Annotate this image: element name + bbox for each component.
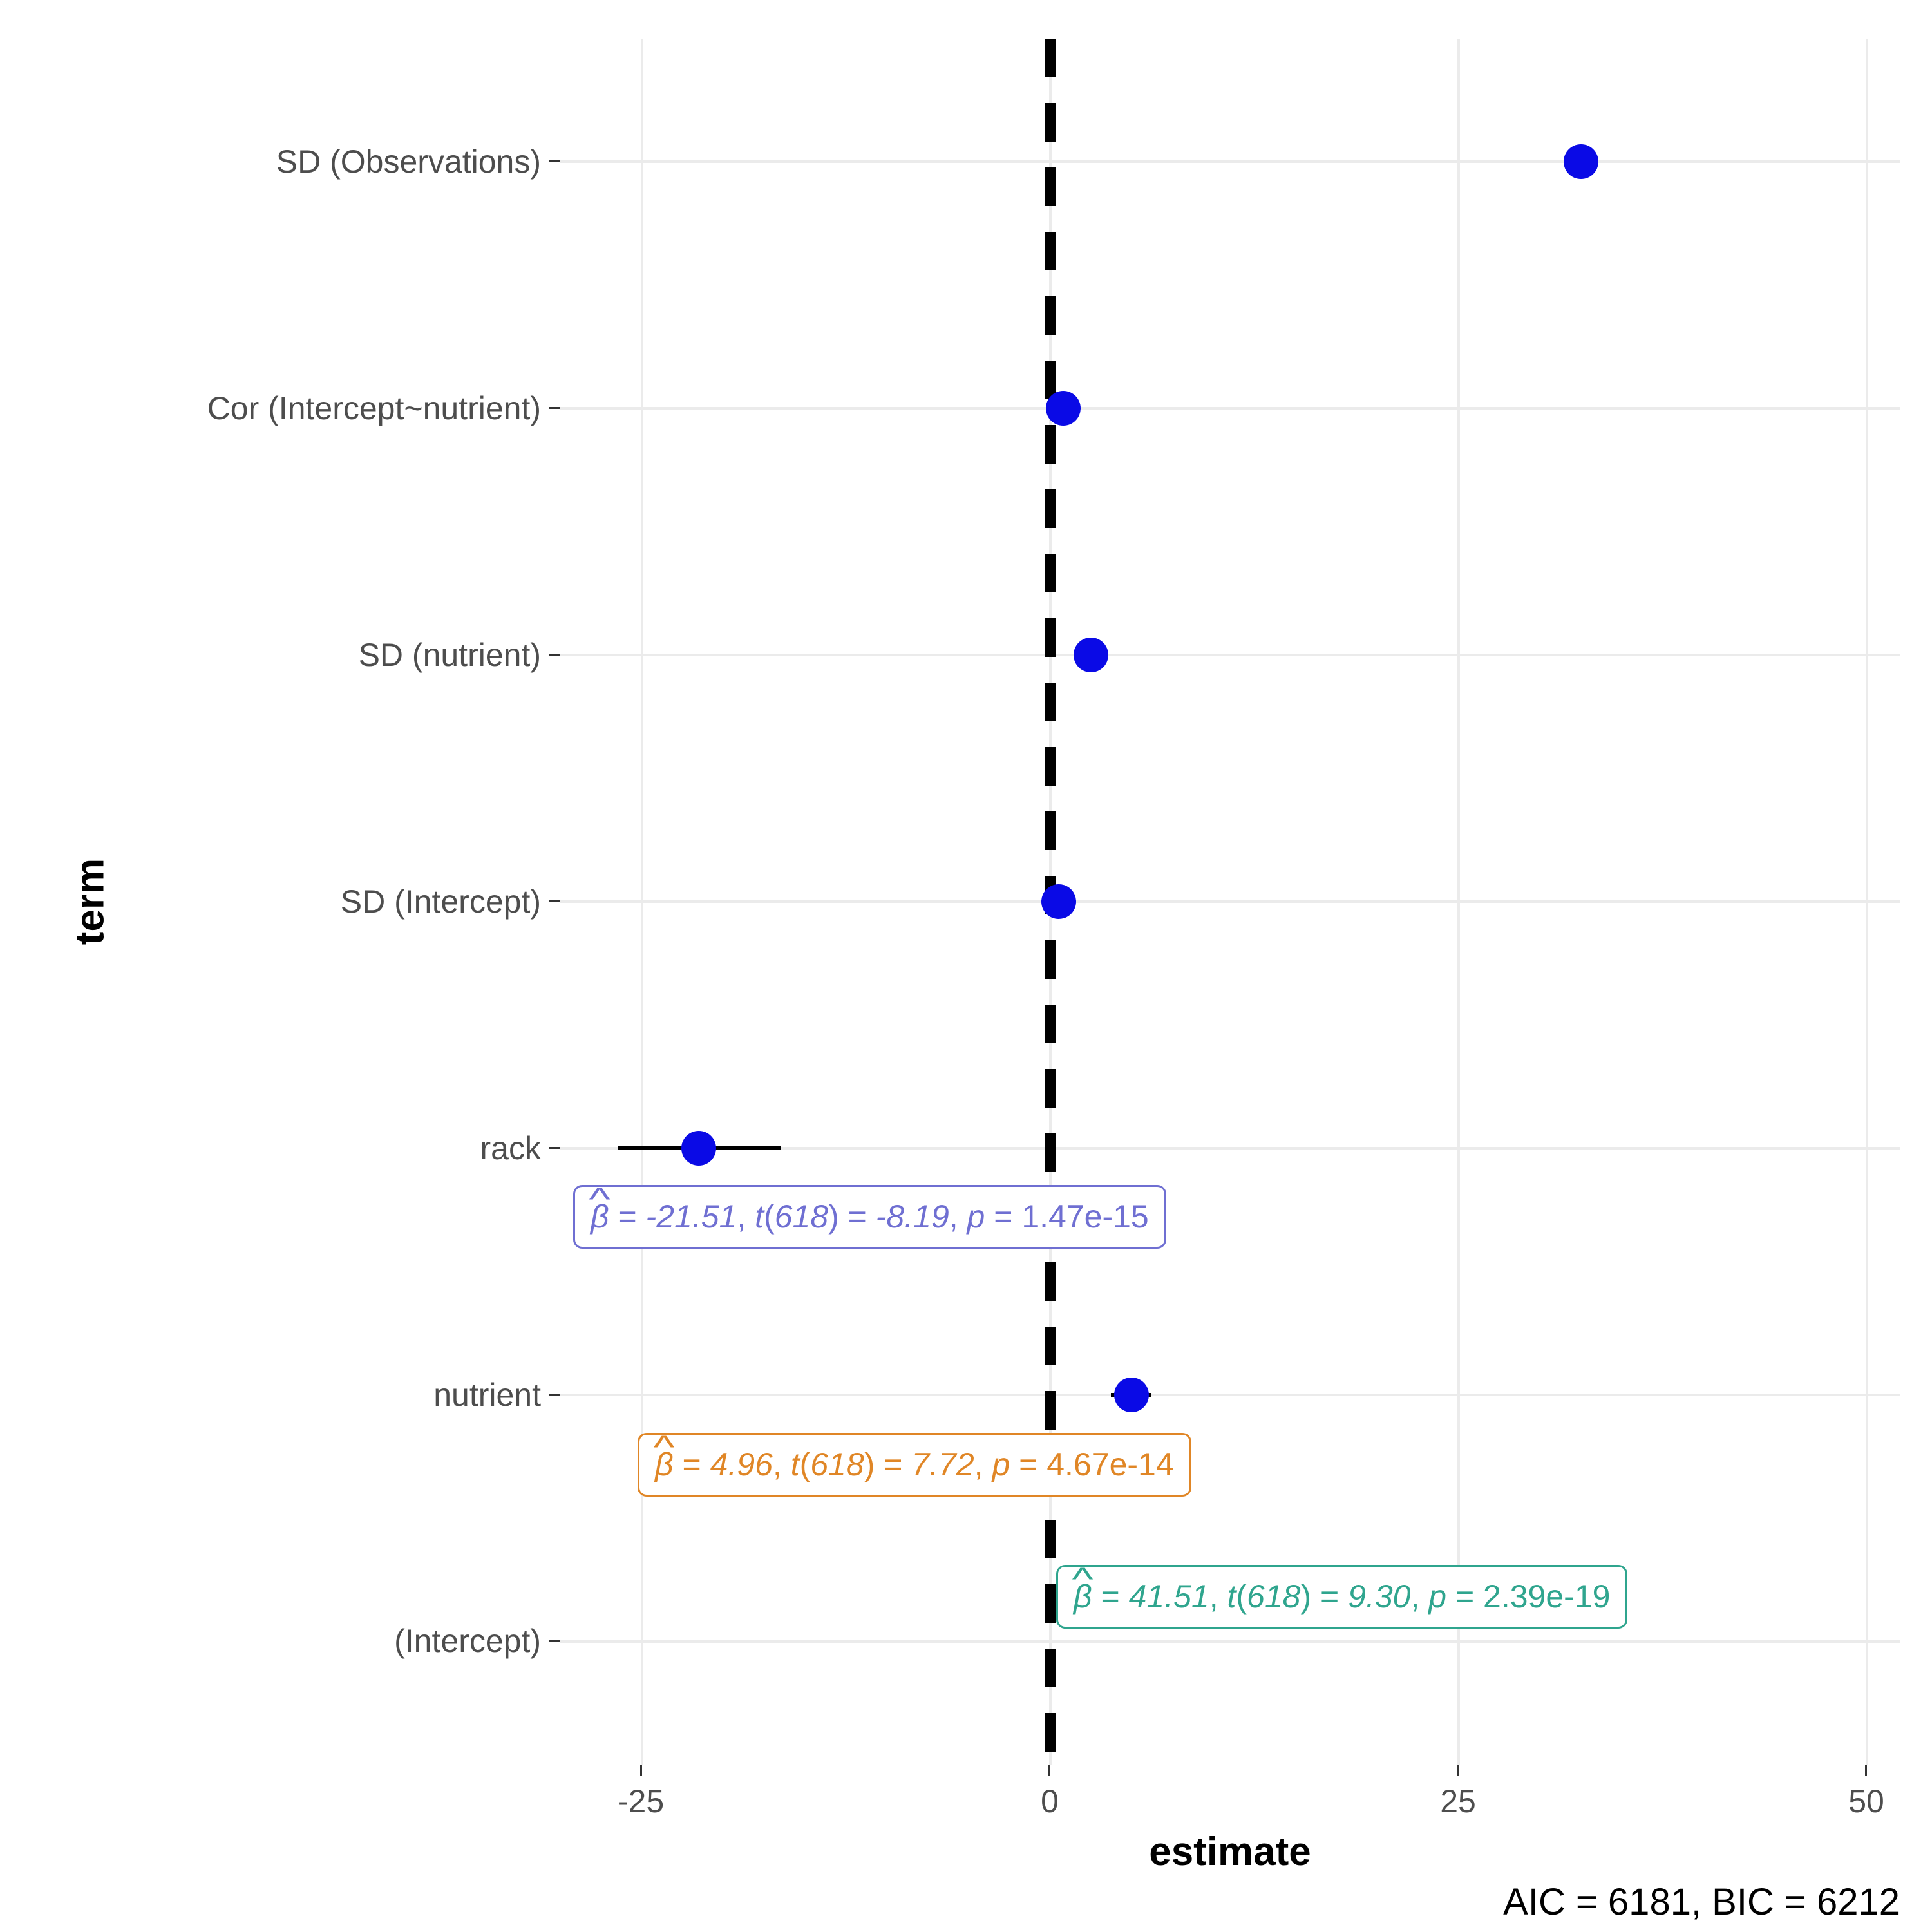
tick-y: [549, 654, 560, 656]
df-value: 618: [1247, 1578, 1300, 1615]
annotation-rack: β = -21.51, t(618) = -8.19, p = 1.47e-15: [573, 1185, 1166, 1249]
tick-x: [640, 1765, 642, 1776]
tick-y: [549, 1147, 560, 1149]
p-value: 1.47e-15: [1021, 1198, 1148, 1235]
point-sd-nutrient: [1074, 638, 1108, 672]
df-value: 618: [775, 1198, 828, 1235]
point-cor: [1046, 391, 1081, 426]
beta-value: 4.96: [710, 1446, 773, 1482]
df-value: 618: [810, 1446, 864, 1482]
grid-h: [560, 160, 1900, 163]
grid-h: [560, 654, 1900, 656]
t-value: 7.72: [911, 1446, 974, 1482]
tick-y: [549, 1394, 560, 1396]
t-value: -8.19: [876, 1198, 949, 1235]
grid-h: [560, 407, 1900, 410]
plot-panel: β = -21.51, t(618) = -8.19, p = 1.47e-15…: [560, 39, 1900, 1765]
tick-x: [1865, 1765, 1867, 1776]
tick-label-x: 50: [1848, 1783, 1884, 1820]
point-sd-intercept: [1041, 884, 1076, 919]
x-axis-title: estimate: [1149, 1829, 1311, 1875]
coefficient-plot: β = -21.51, t(618) = -8.19, p = 1.47e-15…: [0, 0, 1932, 1932]
beta-value: -21.51: [646, 1198, 737, 1235]
point-nutrient: [1114, 1378, 1149, 1412]
tick-label-y: rack: [480, 1130, 541, 1167]
tick-y: [549, 900, 560, 902]
tick-y: [549, 160, 560, 162]
annotation-nutrient: β = 4.96, t(618) = 7.72, p = 4.67e-14: [638, 1433, 1191, 1497]
y-axis-title: term: [68, 858, 113, 945]
tick-x: [1457, 1765, 1459, 1776]
beta-value: 41.51: [1129, 1578, 1209, 1615]
tick-label-x: 25: [1440, 1783, 1476, 1820]
tick-label-y: Cor (Intercept~nutrient): [207, 390, 541, 427]
tick-y: [549, 407, 560, 409]
point-rack: [681, 1131, 716, 1166]
plot-caption: AIC = 6181, BIC = 6212: [1503, 1880, 1900, 1924]
grid-h: [560, 900, 1900, 903]
tick-label-x: -25: [618, 1783, 664, 1820]
annotation-intercept: β = 41.51, t(618) = 9.30, p = 2.39e-19: [1056, 1565, 1627, 1629]
tick-label-y: SD (Observations): [276, 143, 541, 180]
tick-label-y: nutrient: [433, 1376, 541, 1414]
t-value: 9.30: [1348, 1578, 1410, 1615]
p-value: 4.67e-14: [1046, 1446, 1173, 1482]
tick-y: [549, 1640, 560, 1642]
point-sd-observations: [1564, 144, 1598, 179]
tick-label-y: (Intercept): [394, 1622, 541, 1660]
grid-h: [560, 1394, 1900, 1396]
tick-x: [1048, 1765, 1050, 1776]
tick-label-y: SD (nutrient): [359, 636, 541, 674]
tick-label-x: 0: [1041, 1783, 1059, 1820]
tick-label-y: SD (Intercept): [341, 883, 541, 920]
grid-h: [560, 1640, 1900, 1643]
p-value: 2.39e-19: [1483, 1578, 1610, 1615]
